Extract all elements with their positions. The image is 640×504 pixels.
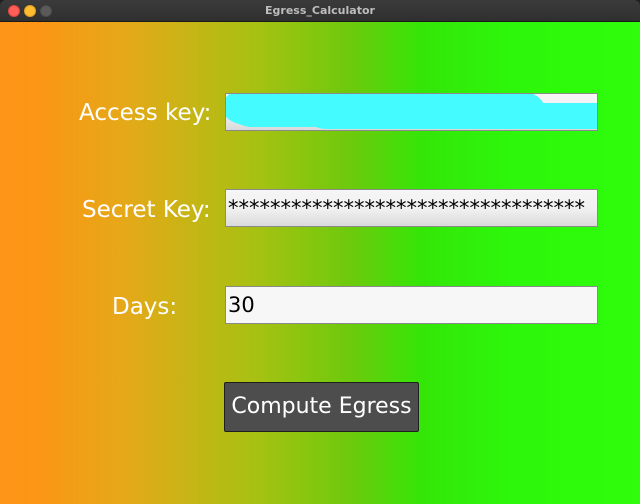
days-input[interactable]: 30 [225, 286, 598, 324]
days-label: Days: [112, 294, 178, 320]
access-key-input[interactable] [225, 93, 598, 131]
window-title: Egress_Calculator [265, 4, 375, 17]
secret-key-input[interactable]: ********************************** [225, 189, 598, 227]
app-window: Egress_Calculator Access key: Secret Key… [0, 0, 640, 504]
title-bar: Egress_Calculator [0, 0, 640, 22]
form-panel: Access key: Secret Key: ****************… [0, 22, 640, 504]
compute-egress-button[interactable]: Compute Egress [224, 382, 419, 432]
secret-key-label: Secret Key: [82, 197, 211, 223]
access-key-label: Access key: [79, 100, 212, 126]
redaction-mark [226, 94, 544, 125]
